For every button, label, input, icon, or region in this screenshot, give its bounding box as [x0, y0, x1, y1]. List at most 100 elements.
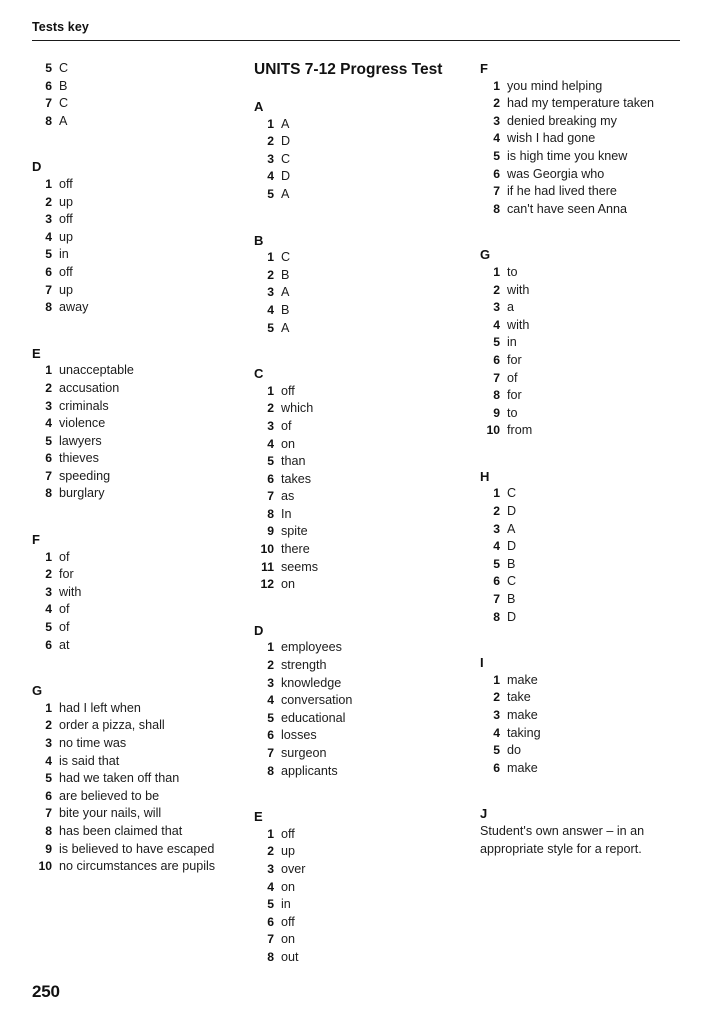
answer-item: 7 bite your nails, will: [32, 805, 247, 823]
answer-text: has been claimed that: [59, 823, 183, 838]
answer-item: 3a: [480, 299, 702, 317]
answer-text: applicants: [281, 763, 338, 778]
answer-number: 4: [493, 131, 500, 146]
answer-section-continued: 5C6B7C8A: [32, 60, 247, 130]
answer-text: are believed to be: [59, 788, 160, 803]
answer-text: In: [281, 506, 292, 521]
header-title: Tests key: [32, 20, 89, 34]
answer-text: order a pizza, shall: [59, 718, 165, 733]
answer-number: 1: [45, 176, 52, 191]
answer-text: denied breaking my: [507, 113, 617, 128]
answer-item: 10 there: [254, 541, 469, 559]
answer-item: 3 knowledge: [254, 675, 469, 693]
answer-text: is said that: [59, 753, 120, 768]
answer-number: 2: [267, 134, 274, 149]
answer-text: taking: [507, 725, 541, 740]
answer-number: 10: [38, 859, 52, 874]
answer-number: 4: [493, 539, 500, 554]
answer-text: burglary: [59, 486, 105, 501]
answer-item: 5A: [254, 320, 469, 338]
answer-section-d: D 1 off 2 up 3 off 4 up 5 in 6 off 7 up 8 away: [32, 158, 247, 316]
answer-text: as: [281, 489, 295, 504]
answer-item: 7 speeding: [32, 468, 247, 486]
answer-number: 2: [267, 401, 274, 416]
answer-item: 3 off: [32, 211, 247, 229]
answer-item: 7 up: [32, 282, 247, 300]
answer-item: 1 unacceptable: [32, 362, 247, 380]
answer-text: do: [507, 743, 522, 758]
answer-text: in: [507, 335, 517, 350]
answer-item: 2 order a pizza, shall: [32, 717, 247, 735]
header-rule: [32, 40, 680, 42]
answer-number: 7: [45, 468, 52, 483]
answer-number: 1: [267, 383, 274, 398]
answer-number: 3: [267, 861, 274, 876]
answer-item: 6B: [32, 78, 247, 96]
answer-item: 4D: [480, 538, 702, 556]
answer-number: 7: [267, 932, 274, 947]
answer-number: 8: [45, 823, 52, 838]
answer-item: 7B: [480, 591, 702, 609]
answer-number: 8: [267, 763, 274, 778]
column-right: F 1 you mind helping 2 had my temperature ta…: [480, 60, 702, 858]
section-letter-i: I: [480, 655, 484, 671]
answer-text: no time was: [59, 736, 127, 750]
answer-number: 2: [45, 567, 52, 582]
answer-list: 1 you mind helping 2 had my temperature tak…: [480, 78, 702, 219]
answer-item: 8 burglary: [32, 485, 247, 503]
answer-section-d: D 1 employees 2 strength 3 knowledge 4 conversat…: [254, 622, 469, 780]
answer-item: 8 away: [32, 299, 247, 317]
answer-text: C: [281, 250, 291, 265]
answer-item: 2 had my temperature taken: [480, 95, 702, 113]
section-letter-f: F: [480, 61, 488, 76]
answer-text: off: [281, 826, 295, 841]
answer-number: 1: [267, 640, 274, 655]
answer-number: 1: [267, 826, 274, 841]
answer-item: 9 to: [480, 405, 702, 423]
answer-item: 6 for: [480, 352, 702, 370]
answer-list: 1A2D3C4D5A: [254, 116, 469, 204]
answer-item: 6 make: [480, 760, 702, 778]
answer-number: 2: [267, 658, 274, 673]
answer-number: 8: [45, 300, 52, 315]
answer-text: off: [281, 914, 295, 929]
answer-number: 1: [493, 78, 500, 93]
answer-text: away: [59, 300, 89, 315]
answer-item: 2 accusation: [32, 380, 247, 398]
answer-number: 7: [267, 746, 274, 760]
answer-number: 7: [45, 282, 52, 297]
answer-section-b: B1C2B3A4B5A: [254, 232, 469, 338]
answer-text: A: [59, 113, 68, 128]
answer-number: 6: [45, 637, 52, 652]
answer-number: 12: [260, 577, 274, 592]
answer-number: 7: [45, 96, 52, 111]
answer-number: 4: [267, 436, 274, 451]
answer-item: 3 no time was: [32, 735, 247, 753]
answer-text: at: [59, 637, 70, 652]
answer-number: 5: [45, 433, 52, 448]
answer-text: than: [281, 454, 306, 469]
answer-item: 3 denied breaking my: [480, 113, 702, 131]
answer-text: A: [507, 521, 516, 536]
answer-text: criminals: [59, 398, 109, 413]
answer-item: 2 up: [254, 843, 469, 861]
answer-number: 7: [267, 489, 274, 504]
answer-item: 3 over: [254, 861, 469, 879]
answer-text: up: [59, 194, 74, 209]
answer-number: 1: [45, 700, 52, 715]
answer-text: with: [507, 317, 530, 332]
answer-list: 1 off 2 up 3 over 4 on 5 in 6 off 7 on 8 out: [254, 826, 469, 967]
answer-item: 1 off: [254, 826, 469, 844]
answer-text: unacceptable: [59, 363, 134, 378]
answer-text: B: [281, 267, 290, 282]
answer-text: C: [59, 61, 69, 75]
answer-item: 4 on: [254, 879, 469, 897]
answer-text: make: [507, 672, 538, 687]
answer-item: 2 strength: [254, 657, 469, 675]
answer-item: 5C: [32, 60, 247, 78]
answer-text: make: [507, 760, 538, 775]
answer-item: 7C: [32, 95, 247, 113]
answer-text: no circumstances are pupils: [59, 859, 216, 874]
answer-item: 9 is believed to have escaped: [32, 841, 247, 859]
